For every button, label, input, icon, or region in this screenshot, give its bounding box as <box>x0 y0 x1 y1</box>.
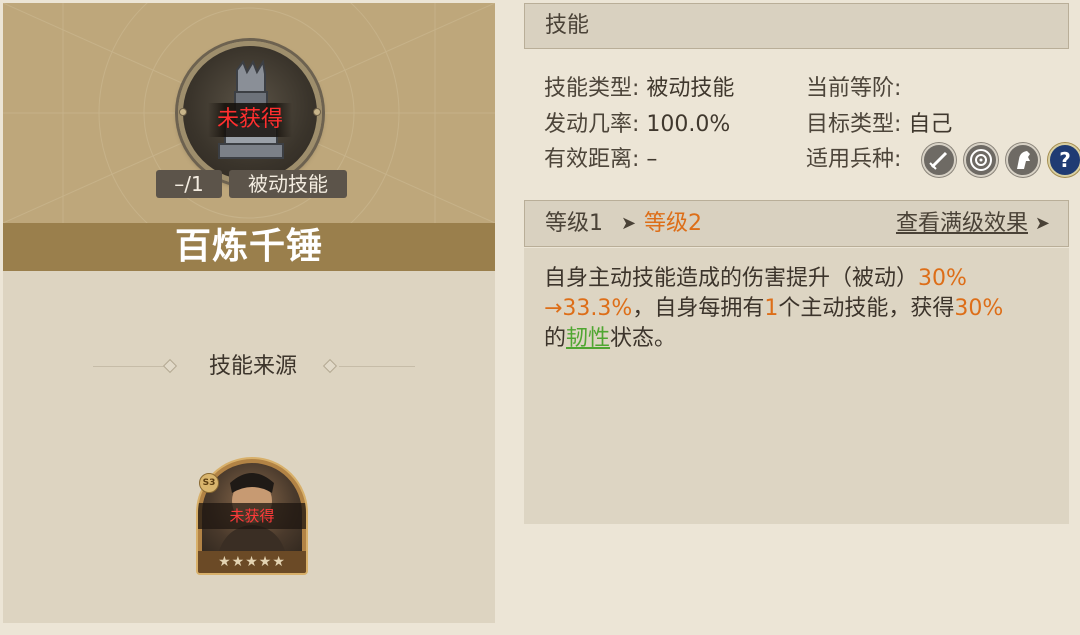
unit-types-label: 适用兵种: <box>806 147 902 172</box>
target-type-label: 目标类型: <box>806 112 902 137</box>
skill-header-background: 未获得 –/1 被动技能 <box>3 3 495 223</box>
trigger-rate-value: 100.0% <box>646 112 731 137</box>
desc-value-upgraded: →33.3% <box>544 296 633 321</box>
divider-line <box>339 366 415 367</box>
skill-type-value: 被动技能 <box>646 76 735 101</box>
desc-text: 状态。 <box>610 326 677 351</box>
not-obtained-label: 未获得 <box>208 103 292 137</box>
skill-type-row: 技能类型: 被动技能 <box>544 74 734 104</box>
level-comparison-bar: 等级1 ➤ 等级2 查看满级效果 ➤ <box>524 200 1069 247</box>
level-next: 等级2 <box>644 211 702 236</box>
range-value: – <box>646 147 658 172</box>
skill-source-divider: 技能来源 <box>3 348 495 386</box>
skill-type-tag: 被动技能 <box>229 170 347 198</box>
hero-star-rating: ★★★★★ <box>198 551 306 573</box>
skill-card-panel: 未获得 –/1 被动技能 百炼千锤 技能来源 未获得 ★★★★★ S3 <box>3 3 495 623</box>
skill-description: 自身主动技能造成的伤害提升（被动）30% →33.3%，自身每拥有1个主动技能，获… <box>544 264 1054 354</box>
icon-ornament <box>313 108 321 116</box>
trigger-rate-label: 发动几率: <box>544 112 640 137</box>
horse-icon[interactable] <box>1006 143 1040 177</box>
skill-description-box: 自身主动技能造成的伤害提升（被动）30% →33.3%，自身每拥有1个主动技能，获… <box>524 248 1069 524</box>
section-title: 技能 <box>545 13 590 38</box>
level-current: 等级1 <box>545 211 603 236</box>
svg-text:?: ? <box>1059 148 1071 172</box>
divider-line <box>93 366 169 367</box>
skill-level-tag: –/1 <box>156 170 222 198</box>
status-keyword-link[interactable]: 韧性 <box>566 326 610 351</box>
range-row: 有效距离: – <box>544 145 657 175</box>
skill-name: 百炼千锤 <box>3 223 495 271</box>
desc-text: 的 <box>544 326 567 351</box>
skill-type-label: 技能类型: <box>544 76 640 101</box>
diamond-ornament <box>162 358 178 374</box>
skill-section-header: 技能 <box>524 3 1069 49</box>
desc-value: 30% <box>918 266 967 291</box>
target-type-row: 目标类型: 自己 <box>806 110 952 140</box>
trigger-rate-row: 发动几率: 100.0% <box>544 110 730 140</box>
level-arrow-icon: ➤ <box>621 213 637 234</box>
chevron-right-icon[interactable]: ➤ <box>1035 201 1050 246</box>
target-icon[interactable] <box>964 143 998 177</box>
diamond-ornament <box>322 358 338 374</box>
unit-types-row: 适用兵种: <box>806 145 901 175</box>
skill-source-title: 技能来源 <box>208 354 297 379</box>
target-type-value: 自己 <box>908 112 953 137</box>
question-icon[interactable]: ? <box>1048 143 1080 177</box>
desc-text: 个主动技能，获得 <box>778 296 955 321</box>
desc-count: 1 <box>764 296 779 321</box>
desc-text: ，自身每拥有 <box>632 296 765 321</box>
view-max-level-link[interactable]: 查看满级效果 <box>896 201 1028 246</box>
icon-ornament <box>179 108 187 116</box>
desc-text: 自身主动技能造成的伤害提升（被动） <box>544 266 919 291</box>
desc-value: 30% <box>954 296 1004 321</box>
current-rank-label: 当前等阶: <box>806 76 902 101</box>
current-rank-row: 当前等阶: <box>806 74 901 104</box>
sword-icon[interactable] <box>922 143 956 177</box>
hero-not-obtained-label: 未获得 <box>198 503 306 529</box>
season-badge-icon: S3 <box>199 473 219 493</box>
range-label: 有效距离: <box>544 147 640 172</box>
